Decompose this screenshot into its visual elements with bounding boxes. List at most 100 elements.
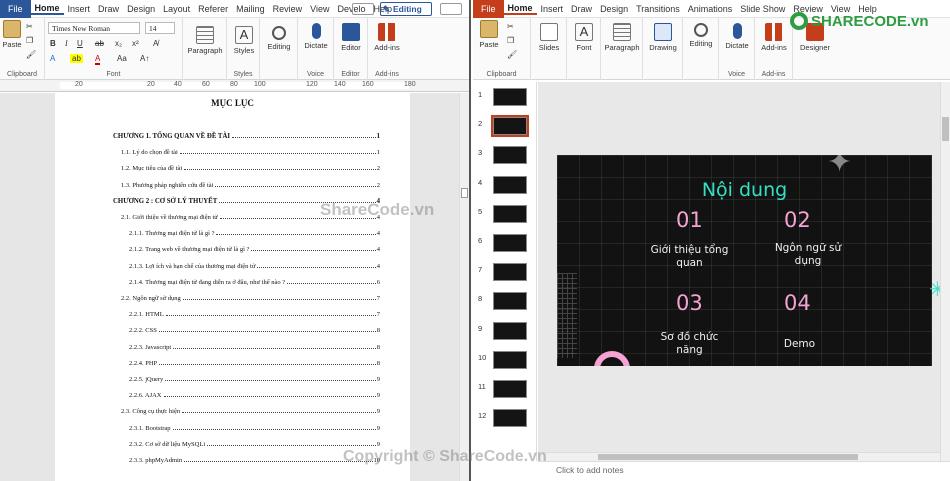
word-tab-home[interactable]: Home [30,3,64,15]
toc-entry[interactable]: 2.1.4. Thương mại điện tử đang diễn ra ở… [129,279,380,286]
word-tab-layout[interactable]: Layout [159,4,194,14]
toc-entry[interactable]: 2.2.3. Javascript 8 [129,344,380,351]
text-effects-icon[interactable]: A [50,54,55,63]
toc-entry[interactable]: 2.2.4. PHP 8 [129,360,380,367]
slide-thumbnail[interactable]: 2 [478,115,533,138]
scroll-thumb[interactable] [598,454,858,460]
toc-entry[interactable]: CHƯƠNG 1. TỔNG QUAN VỀ ĐỀ TÀI 1 [113,133,380,140]
word-tab-references[interactable]: Referer [194,4,232,14]
ppt-paragraph-button[interactable]: Paragraph [603,23,641,52]
word-tab-design[interactable]: Design [123,4,159,14]
ppt-editing-button[interactable]: Editing [685,23,717,48]
grow-font-icon[interactable]: A↑ [140,54,149,63]
toc-entry[interactable]: 2.2.6. AJAX 9 [129,392,380,399]
slide-thumbnail[interactable]: 5 [478,204,533,225]
toc-entry[interactable]: 2.2. Ngôn ngữ sử dụng 7 [121,295,380,302]
subscript-icon[interactable]: x₂ [115,39,122,48]
underline-icon[interactable]: U [77,39,83,48]
slide-thumbnail[interactable]: 10 [478,350,533,371]
drawing-button[interactable]: Drawing [645,23,681,52]
toc-entry[interactable]: 2.2.2. CSS 8 [129,327,380,334]
ppt-editing-label: Editing [689,39,713,48]
word-tab-draw[interactable]: Draw [94,4,123,14]
superscript-icon[interactable]: x² [132,39,139,48]
ppt-tab-draw[interactable]: Draw [567,4,596,14]
format-painter-icon[interactable]: 🖌 [507,50,517,59]
toc-entry[interactable]: 2.3.2. Cơ sở dữ liệu MySQLi 9 [129,441,380,448]
slide-thumbnail[interactable]: 7 [478,263,533,283]
ppt-tab-design[interactable]: Design [596,4,632,14]
strikethrough-icon[interactable]: ab [95,39,104,48]
ppt-vertical-scrollbar[interactable] [940,82,950,461]
font-size-select[interactable]: 14 [145,22,175,34]
editor-button[interactable]: Editor [336,23,366,52]
toc-entry[interactable]: 2.1.3. Lợi ích và hạn chế của thương mại… [129,263,380,270]
word-tab-review[interactable]: Review [269,4,307,14]
editing-button[interactable]: Editing [262,26,296,51]
bold-icon[interactable]: B [50,39,56,48]
word-tab-view[interactable]: View [306,4,333,14]
paragraph-button[interactable]: Paragraph [185,26,225,55]
comments-icon[interactable] [352,3,374,15]
toc-entry[interactable]: 2.2.5. jQuery 9 [129,376,380,383]
toc-entry[interactable]: 1.1. Lý do chọn đề tài 1 [121,149,380,156]
notes-pane[interactable]: Click to add notes [538,461,950,481]
change-case-icon[interactable]: Aa [117,54,127,63]
slide-thumbnail[interactable]: 9 [478,321,533,342]
copy-icon[interactable]: ❐ [26,36,33,45]
ppt-tab-file[interactable]: File [473,0,504,18]
italic-icon[interactable]: I [65,39,68,48]
toc-entry[interactable]: 2.2.1. HTML 7 [129,311,380,318]
slide-thumbnail[interactable]: 3 [478,146,533,166]
toc-entry[interactable]: 1.2. Mục tiêu của đề tài 2 [121,165,380,172]
slide-thumbnail[interactable]: 11 [478,380,533,400]
toc-entry[interactable]: 2.3.1. Bootstrap 9 [129,425,380,432]
ppt-tab-insert[interactable]: Insert [537,4,568,14]
editing-mode-button[interactable]: ✎ Editing [380,2,432,16]
highlight-icon[interactable]: ab [70,54,83,63]
copy-icon[interactable]: ❐ [507,36,514,45]
share-icon[interactable] [440,3,462,15]
ppt-paste-button[interactable]: Paste [476,20,502,49]
styles-button[interactable]: A Styles [229,26,259,55]
slide-thumbnail[interactable]: 4 [478,175,533,196]
document-page[interactable]: MỤC LỤC CHƯƠNG 1. TỔNG QUAN VỀ ĐỀ TÀI 1 1.… [55,93,410,481]
ppt-tab-home[interactable]: Home [503,3,537,15]
scroll-thumb[interactable] [942,117,949,141]
word-tab-mailings[interactable]: Mailing [232,4,269,14]
ppt-tab-transitions[interactable]: Transitions [632,4,684,14]
toc-entry[interactable]: 2.1.1. Thương mại điện tử là gì ? 4 [129,230,380,237]
word-tab-file[interactable]: File [0,0,31,18]
slide-thumbnail[interactable]: 12 [478,409,533,429]
ppt-addins-button[interactable]: Add-ins [757,23,791,52]
scroll-thumb[interactable] [461,188,468,198]
toc-entry[interactable]: 2.3. Công cụ thực hiện 9 [121,408,380,415]
slide-thumbnail[interactable]: 8 [478,292,533,312]
format-painter-icon[interactable]: 🖌 [26,50,36,59]
toc-entry[interactable]: 1.3. Phương pháp nghiên cứu đề tài 2 [121,182,380,189]
word-tab-insert[interactable]: Insert [64,4,95,14]
slide-thumbnail[interactable]: 6 [478,234,533,254]
cut-icon[interactable]: ✂ [26,22,33,31]
word-font-group: Times New Roman 14 B I U ab x₂ x² A̸ A a… [45,18,183,80]
current-slide[interactable]: Nội dung 01 Giới thiệu tổng quan 02 Ngôn… [557,155,932,366]
addins-button[interactable]: Add-ins [370,23,404,52]
font-name-select[interactable]: Times New Roman [48,22,140,34]
clear-formatting-icon[interactable]: A̸ [153,39,158,48]
word-vertical-scrollbar[interactable] [459,93,469,481]
toc-entry[interactable]: 2.1.2. Trang web về thương mại điện tử l… [129,246,380,253]
font-color-icon[interactable]: A [95,54,101,65]
cut-icon[interactable]: ✂ [507,22,514,31]
slide-thumbnail[interactable]: 1 [478,88,533,108]
slide-title[interactable]: Nội dung [557,179,932,201]
ppt-horizontal-scrollbar[interactable] [538,452,940,461]
slide-thumbnails-pane[interactable]: 1 2 3 4 5 6 7 8 9 10 11 12 [473,82,537,461]
ppt-dictate-button[interactable]: Dictate [721,23,753,50]
slides-button[interactable]: Slides [533,23,565,52]
ppt-tab-slideshow[interactable]: Slide Show [736,4,789,14]
ppt-tab-animations[interactable]: Animations [684,4,737,14]
paste-button[interactable]: Paste [1,20,23,49]
editing-mode-label: Editing [393,4,422,14]
ppt-font-button[interactable]: A Font [569,23,599,52]
dictate-button[interactable]: Dictate [300,23,332,50]
